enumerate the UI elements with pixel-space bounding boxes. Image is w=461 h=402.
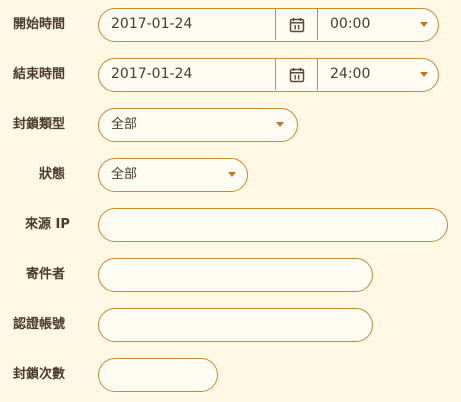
sender-label: 寄件者 (26, 267, 66, 282)
end-time-select[interactable]: 24:00 (318, 59, 438, 90)
status-value: 全部 (111, 167, 138, 182)
start-date-input[interactable]: 2017-01-24 (99, 9, 276, 40)
block-count-row: 封鎖次數 (0, 358, 461, 392)
block-type-value: 全部 (111, 117, 138, 132)
start-time-label: 開始時間 (13, 17, 66, 32)
block-count-input[interactable] (98, 358, 218, 392)
start-time-select[interactable]: 00:00 (318, 9, 438, 40)
block-count-label: 封鎖次數 (13, 367, 66, 382)
source-ip-input[interactable] (98, 208, 448, 242)
auth-account-row: 認證帳號 (0, 308, 461, 342)
search-filter-form: 開始時間 2017-01-24 00:00 結束時間 2017-01-24 24… (0, 0, 461, 402)
auth-account-label: 認證帳號 (13, 317, 66, 332)
start-time-group: 2017-01-24 00:00 (98, 8, 439, 42)
block-type-label: 封鎖類型 (13, 117, 66, 132)
sender-row: 寄件者 (0, 258, 461, 292)
chevron-down-icon (420, 22, 428, 27)
end-time-label: 結束時間 (13, 67, 66, 82)
source-ip-label: 來源 IP (25, 217, 70, 232)
end-time-group: 2017-01-24 24:00 (98, 58, 439, 92)
auth-account-input[interactable] (98, 308, 373, 342)
calendar-icon (289, 67, 304, 82)
status-label: 狀態 (39, 167, 66, 182)
calendar-icon (289, 17, 304, 32)
end-date-input[interactable]: 2017-01-24 (99, 59, 276, 90)
end-time-row: 結束時間 2017-01-24 24:00 (0, 58, 461, 92)
sender-input[interactable] (98, 258, 373, 292)
start-time-value: 00:00 (330, 16, 371, 32)
status-row: 狀態 全部 (0, 158, 461, 192)
chevron-down-icon (420, 72, 428, 77)
end-time-value: 24:00 (330, 66, 371, 82)
chevron-down-icon (228, 172, 236, 177)
block-type-row: 封鎖類型 全部 (0, 108, 461, 142)
end-date-calendar-button[interactable] (276, 59, 318, 90)
status-select[interactable]: 全部 (98, 158, 248, 192)
source-ip-row: 來源 IP (0, 208, 461, 242)
block-type-select[interactable]: 全部 (98, 108, 298, 142)
start-time-row: 開始時間 2017-01-24 00:00 (0, 8, 461, 42)
start-date-calendar-button[interactable] (276, 9, 318, 40)
chevron-down-icon (276, 122, 284, 127)
